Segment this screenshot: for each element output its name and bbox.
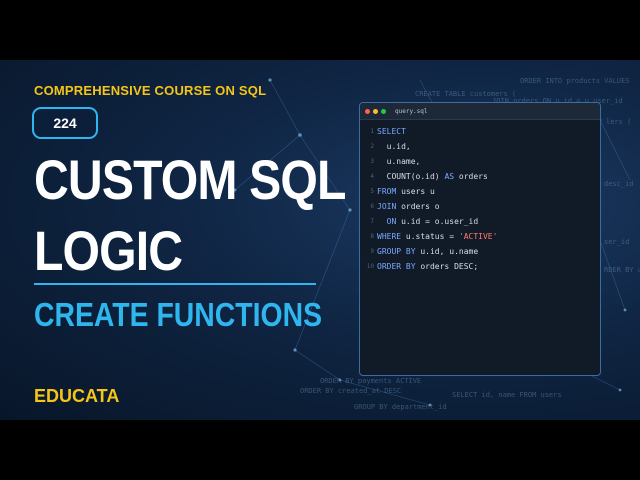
code-line: 3 u.name, [360, 154, 600, 169]
title-divider [34, 283, 316, 285]
line-number: 8 [370, 233, 374, 240]
brand-name: EDUCATA [34, 386, 120, 406]
thumbnail-canvas: ORDER INTO products VALUES CREATE TABLE … [0, 60, 640, 420]
code-line: 2 u.id, [360, 139, 600, 154]
sql-text: orders [454, 172, 488, 181]
sql-text: u.id, u.name [415, 247, 479, 256]
sql-keyword: GROUP BY [377, 247, 416, 256]
code-line: 5 FROM users u [360, 184, 600, 199]
episode-badge: 224 [32, 107, 98, 139]
line-number: 6 [370, 203, 374, 210]
sql-text: users u [396, 187, 435, 196]
title-line-1: CUSTOM SQL [34, 148, 346, 211]
sql-keyword: ORDER BY [377, 262, 416, 271]
code-line: 1 SELECT [360, 124, 600, 139]
background-code-text: lers ( [606, 118, 632, 126]
background-code-text: ORDER BY payments ACTIVE [320, 377, 422, 385]
sql-keyword: JOIN [377, 202, 397, 211]
course-kicker: COMPREHENSIVE COURSE ON SQL [34, 83, 267, 98]
sql-text: orders DESC; [415, 262, 479, 271]
background-code-text: desc_id [604, 180, 634, 188]
sql-text: u.id, [377, 142, 411, 151]
line-number: 10 [366, 263, 374, 270]
close-dot-icon [365, 108, 370, 114]
background-code-text: ORDER BY created_at DESC [300, 387, 402, 395]
background-code-text: GROUP BY department_id [354, 403, 447, 411]
line-number: 1 [370, 128, 374, 135]
code-line: 10 ORDER BY orders DESC; [360, 259, 600, 274]
editor-filename: query.sql [395, 107, 428, 115]
line-number: 9 [370, 248, 374, 255]
background-code-text: RDER BY users [604, 266, 640, 274]
code-editor-window: query.sql 1 SELECT 2 u.id, 3 u.name, 4 COUNT… [359, 102, 601, 376]
background-code-text: SELECT id, name FROM users [452, 391, 562, 399]
code-line: 7 ON u.id = o.user_id [360, 214, 600, 229]
line-number: 7 [370, 218, 374, 225]
code-line: 4 COUNT(o.id) AS orders [360, 169, 600, 184]
minimize-dot-icon [373, 108, 378, 114]
sql-text: orders o [396, 202, 440, 211]
sql-string: 'ACTIVE' [458, 232, 498, 241]
line-number: 3 [370, 158, 374, 165]
sql-text: u.name, [377, 157, 421, 166]
sql-keyword: FROM [377, 187, 397, 196]
editor-titlebar: query.sql [360, 103, 600, 120]
title-line-2: LOGIC [34, 219, 183, 282]
line-number: 4 [370, 173, 374, 180]
background-code-text: ORDER INTO products VALUES [520, 77, 630, 85]
sql-keyword: ON [377, 217, 397, 226]
video-thumbnail: ORDER INTO products VALUES CREATE TABLE … [0, 0, 640, 480]
sql-keyword: AS [444, 172, 455, 181]
sql-text: u.status = [401, 232, 459, 241]
background-code-text: ser_id [604, 238, 630, 246]
code-line: 8 WHERE u.status = 'ACTIVE' [360, 229, 600, 244]
line-number: 2 [370, 143, 374, 150]
code-line: 6 JOIN orders o [360, 199, 600, 214]
sql-text: COUNT(o.id) [377, 172, 445, 181]
code-body: 1 SELECT 2 u.id, 3 u.name, 4 COUNT(o.id) AS … [360, 120, 600, 274]
sql-keyword: WHERE [377, 232, 402, 241]
code-line: 9 GROUP BY u.id, u.name [360, 244, 600, 259]
maximize-dot-icon [381, 108, 386, 114]
sql-text: u.id = o.user_id [396, 217, 479, 226]
line-number: 5 [370, 188, 374, 195]
subtitle: CREATE FUNCTIONS [34, 296, 323, 333]
sql-keyword: SELECT [377, 127, 406, 136]
